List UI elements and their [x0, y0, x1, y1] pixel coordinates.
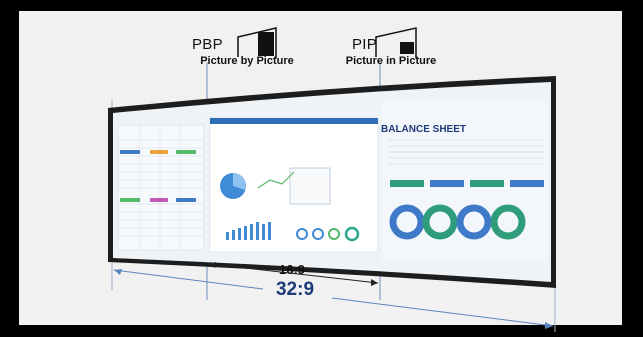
left-header-bar-6 — [176, 198, 196, 202]
left-header-bar-5 — [150, 198, 168, 202]
left-header-bar-3 — [176, 150, 196, 154]
pip-label: PIP Picture in Picture — [330, 36, 452, 67]
ratio-32-9-arrow-right — [331, 297, 554, 327]
ratio-32-9-arrow-left — [113, 269, 264, 290]
pbp-abbr: PBP — [192, 36, 223, 53]
pbp-full: Picture by Picture — [200, 55, 294, 67]
left-header-bar-4 — [120, 198, 140, 202]
balance-tag-2 — [430, 180, 464, 187]
balance-sheet-title: BALANCE SHEET — [381, 124, 467, 135]
pip-window — [289, 167, 331, 205]
left-spreadsheet — [117, 124, 205, 251]
left-header-bar-1 — [120, 150, 140, 154]
pip-abbr: PIP — [352, 36, 378, 53]
balance-tag-3 — [470, 180, 504, 187]
pbp-label: PBP Picture by Picture — [186, 36, 308, 67]
pip-full: Picture in Picture — [345, 55, 437, 67]
ratio-32-9: 32:9 — [275, 279, 315, 300]
ratio-16-9: 16:9 — [278, 262, 306, 277]
balance-tag-4 — [510, 180, 544, 187]
balance-tag-1 — [390, 180, 424, 187]
left-header-bar-2 — [150, 150, 168, 154]
dashboard-header — [210, 118, 378, 124]
